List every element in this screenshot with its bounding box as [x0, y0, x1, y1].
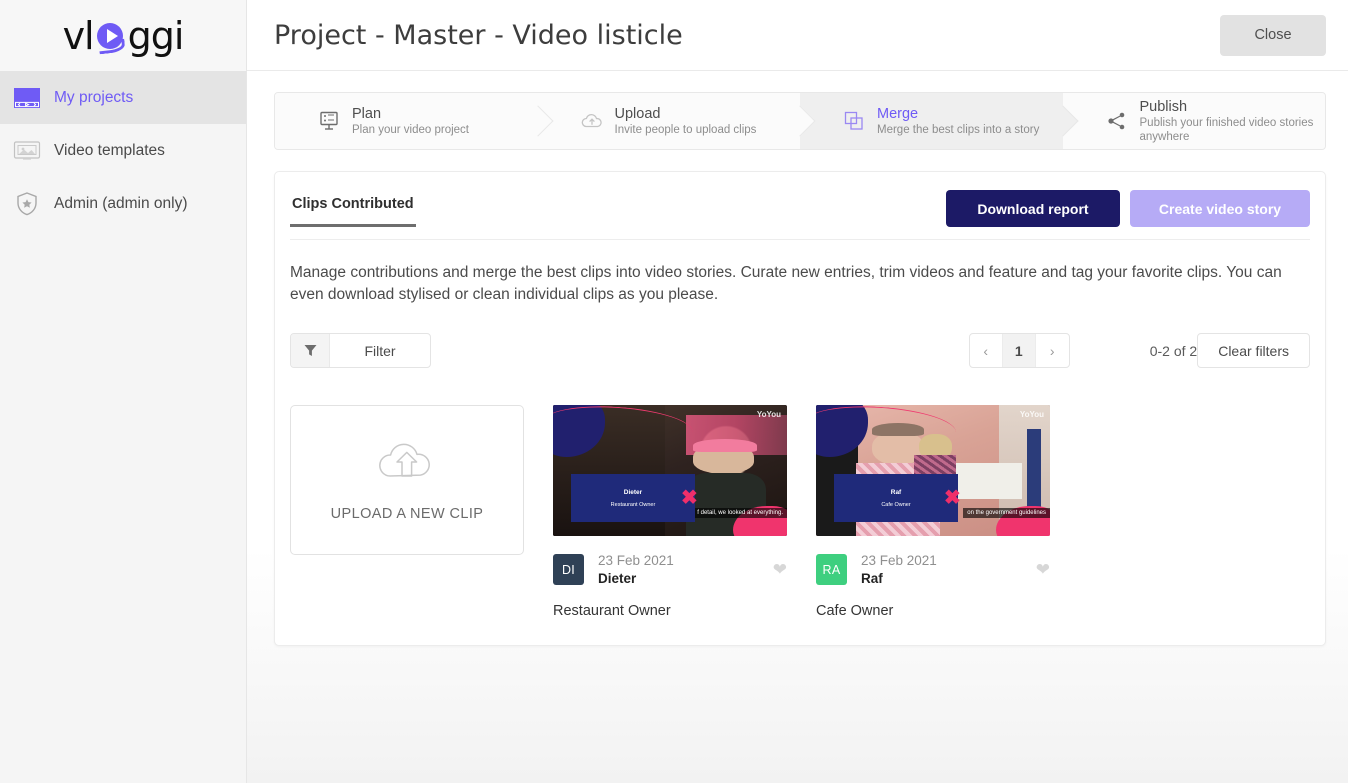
sidebar-item-label: Admin (admin only)	[54, 194, 188, 212]
panel-actions: Download report Create video story	[946, 190, 1310, 239]
clip-grid: UPLOAD A NEW CLIP YoYou f detail, we loo…	[290, 405, 1310, 619]
sidebar-item-admin[interactable]: Admin (admin only)	[0, 177, 246, 230]
overlay-name: Dieter	[623, 488, 643, 496]
clip-caption: on the government guidelines	[963, 508, 1050, 518]
main-content: Project - Master - Video listicle Close	[247, 0, 1348, 783]
clips-panel: Clips Contributed Download report Create…	[274, 171, 1326, 647]
clip-caption: f detail, we looked at everything.	[693, 508, 787, 518]
sidebar-item-video-templates[interactable]: Video templates	[0, 124, 246, 177]
app-root: vl ggi My projects Video templates Admin…	[0, 0, 1348, 783]
step-desc: Plan your video project	[352, 123, 469, 136]
tabbar: Clips Contributed	[290, 190, 416, 227]
step-plan[interactable]: Plan Plan your video project	[275, 93, 538, 149]
template-image-icon	[12, 136, 42, 166]
pagination-next[interactable]: ›	[1036, 334, 1069, 367]
close-icon[interactable]: ✖	[681, 488, 698, 508]
brand-logo[interactable]: vl ggi	[0, 0, 246, 71]
panel-description: Manage contributions and merge the best …	[290, 264, 1282, 303]
clip-card: YoYou f detail, we looked at everything.…	[553, 405, 787, 619]
pagination-count: 0-2 of 2	[1149, 342, 1198, 359]
clip-author: Dieter	[598, 570, 637, 586]
step-label: Upload	[614, 105, 661, 122]
close-icon[interactable]: ✖	[944, 488, 961, 508]
close-button[interactable]: Close	[1220, 14, 1326, 56]
sidebar-nav: My projects Video templates Admin (admin…	[0, 71, 246, 230]
clip-card: YoYou on the government guidelines Raf C…	[816, 405, 1050, 619]
workflow-stepper: Plan Plan your video project Upload Invi…	[274, 92, 1326, 150]
avatar: RA	[816, 554, 847, 586]
filter-label: Filter	[364, 342, 396, 359]
clip-date: 23 Feb 2021	[861, 553, 937, 568]
funnel-icon	[291, 334, 330, 367]
logo-text-right: ggi	[127, 13, 185, 58]
clip-name-overlay: Raf Cafe Owner	[834, 474, 958, 522]
overlay-role: Restaurant Owner	[610, 501, 656, 508]
watermark: YoYou	[1019, 410, 1044, 419]
pagination: ‹ 1 ›	[968, 333, 1070, 368]
filter-row: Filter ‹ 1 › 0-2 of 2 Clear filters	[290, 333, 1310, 368]
clip-thumbnail[interactable]: YoYou f detail, we looked at everything.…	[553, 405, 787, 536]
cloud-upload-icon	[580, 109, 604, 133]
clip-author: Raf	[861, 570, 883, 586]
filter-button[interactable]: Filter	[290, 333, 431, 368]
step-label: Merge	[877, 105, 919, 122]
panel-header: Clips Contributed Download report Create…	[290, 172, 1310, 240]
upload-card-label: UPLOAD A NEW CLIP	[330, 506, 484, 522]
clip-meta: DI 23 Feb 2021 Dieter ❤	[553, 552, 787, 587]
video-screen-icon	[12, 83, 42, 113]
sidebar-item-label: My projects	[54, 88, 134, 106]
sidebar-item-label: Video templates	[54, 141, 165, 159]
create-video-story-button[interactable]: Create video story	[1130, 190, 1310, 227]
download-report-button[interactable]: Download report	[946, 190, 1120, 227]
clip-role: Cafe Owner	[816, 603, 894, 620]
avatar: DI	[553, 554, 584, 586]
topbar: Project - Master - Video listicle Close	[247, 0, 1348, 71]
shield-star-icon	[12, 189, 42, 219]
presentation-board-icon	[317, 109, 341, 133]
clip-meta: RA 23 Feb 2021 Raf ❤	[816, 552, 1050, 587]
clip-thumbnail[interactable]: YoYou on the government guidelines Raf C…	[816, 405, 1050, 536]
step-label: Publish	[1139, 98, 1188, 115]
stepper-wrap: Plan Plan your video project Upload Invi…	[247, 71, 1348, 150]
pagination-prev[interactable]: ‹	[970, 334, 1003, 367]
clip-date: 23 Feb 2021	[598, 553, 674, 568]
step-desc: Invite people to upload clips	[614, 123, 757, 136]
step-desc: Merge the best clips into a story	[877, 123, 1040, 136]
tab-clips-contributed[interactable]: Clips Contributed	[290, 190, 416, 227]
favorite-heart-icon[interactable]: ❤	[1036, 560, 1050, 580]
overlay-name: Raf	[890, 488, 902, 496]
overlay-role: Cafe Owner	[881, 501, 911, 508]
overlapping-squares-icon	[842, 109, 866, 133]
clip-name-overlay: Dieter Restaurant Owner	[571, 474, 695, 522]
favorite-heart-icon[interactable]: ❤	[773, 560, 787, 580]
share-nodes-icon	[1105, 109, 1129, 133]
page-title: Project - Master - Video listicle	[274, 19, 683, 51]
play-circle-icon	[95, 20, 127, 54]
step-publish[interactable]: Publish Publish your finished video stor…	[1062, 93, 1325, 149]
watermark: YoYou	[756, 410, 781, 419]
clip-role: Restaurant Owner	[553, 603, 671, 620]
sidebar-item-my-projects[interactable]: My projects	[0, 71, 246, 124]
upload-new-clip-card[interactable]: UPLOAD A NEW CLIP	[290, 405, 524, 555]
clear-filters-button[interactable]: Clear filters	[1197, 333, 1310, 368]
step-desc: Publish your finished video stories anyw…	[1139, 116, 1314, 144]
step-merge[interactable]: Merge Merge the best clips into a story	[800, 93, 1063, 149]
logo-text-left: vl	[62, 13, 95, 58]
sidebar: vl ggi My projects Video templates Admin…	[0, 0, 247, 783]
step-upload[interactable]: Upload Invite people to upload clips	[537, 93, 800, 149]
cloud-upload-icon	[375, 438, 439, 484]
pagination-current-page[interactable]: 1	[1002, 334, 1036, 367]
step-label: Plan	[352, 105, 382, 122]
